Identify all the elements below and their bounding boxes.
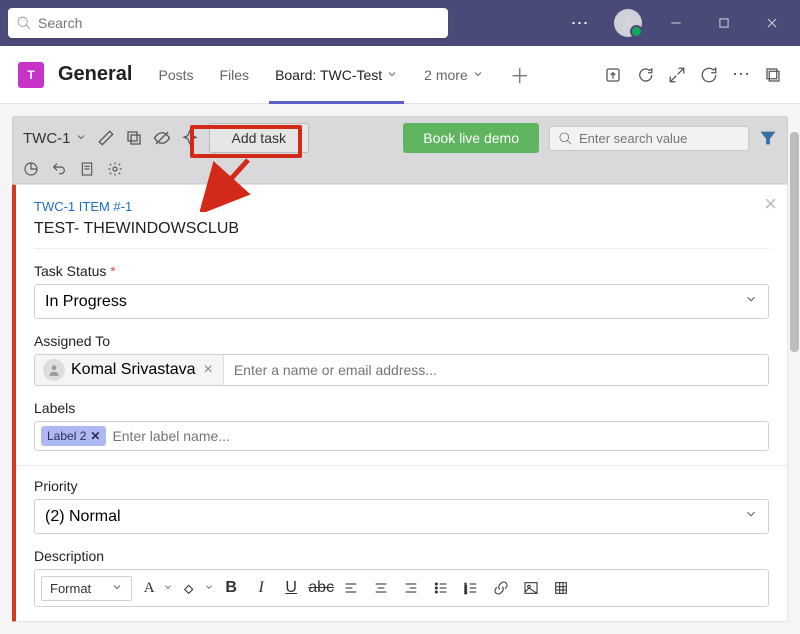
format-select[interactable]: Format <box>41 576 132 601</box>
labels-field[interactable]: Label 2 ✕ <box>34 421 769 451</box>
export-icon[interactable] <box>79 161 95 177</box>
labels-label: Labels <box>34 400 769 416</box>
align-left-button[interactable] <box>338 575 364 601</box>
format-label: Format <box>50 581 91 596</box>
add-tab-button[interactable]: ＋ <box>504 46 536 104</box>
channel-header: T General Posts Files Board: TWC-Test 2 … <box>0 46 800 104</box>
settings-icon[interactable] <box>107 161 123 177</box>
task-item-id[interactable]: TWC-1 ITEM #-1 <box>34 199 769 214</box>
board-name-label: TWC-1 <box>23 130 71 147</box>
more-menu-button[interactable]: ⋯ <box>560 7 600 39</box>
board-search-input[interactable] <box>579 131 729 146</box>
remove-label-button[interactable]: ✕ <box>90 429 100 443</box>
close-panel-button[interactable]: × <box>764 193 777 215</box>
table-button[interactable] <box>548 575 574 601</box>
chevron-down-icon <box>744 292 758 311</box>
task-detail-panel: × TWC-1 ITEM #-1 TEST- THEWINDOWSCLUB Ta… <box>12 184 788 622</box>
strike-button[interactable]: abc <box>308 575 334 601</box>
assigned-label: Assigned To <box>34 333 769 349</box>
avatar[interactable] <box>608 7 648 39</box>
divider <box>16 465 787 466</box>
align-right-button[interactable] <box>398 575 424 601</box>
svg-text:3: 3 <box>465 590 468 595</box>
assigned-input[interactable] <box>234 362 758 378</box>
scrollbar[interactable] <box>790 126 799 602</box>
more-icon[interactable]: ⋯ <box>732 66 750 84</box>
bold-button[interactable]: B <box>218 575 244 601</box>
person-avatar-icon <box>43 359 65 381</box>
board-area: TWC-1 Add task Book live demo <box>0 104 800 634</box>
search-icon <box>16 15 32 31</box>
visibility-icon[interactable] <box>153 129 171 147</box>
tab-posts[interactable]: Posts <box>152 46 199 104</box>
tab-board[interactable]: Board: TWC-Test <box>269 46 404 104</box>
assigned-chip: Komal Srivastava × <box>35 355 224 385</box>
priority-select[interactable]: (2) Normal <box>34 499 769 534</box>
expand-icon[interactable] <box>668 66 686 84</box>
popout-icon[interactable] <box>764 66 782 84</box>
assigned-name: Komal Srivastava <box>71 361 196 379</box>
italic-button[interactable]: I <box>248 575 274 601</box>
tab-more[interactable]: 2 more <box>418 46 490 104</box>
underline-button[interactable]: U <box>278 575 304 601</box>
assigned-field[interactable]: Komal Srivastava × <box>34 354 769 386</box>
labels-input[interactable] <box>112 428 762 444</box>
board-toolbar: TWC-1 Add task Book live demo <box>12 116 788 184</box>
channel-name: General <box>58 63 132 86</box>
undo-icon[interactable] <box>51 161 67 177</box>
board-name-dropdown[interactable]: TWC-1 <box>23 130 87 147</box>
refresh-icon[interactable] <box>700 66 718 84</box>
share-icon[interactable] <box>604 66 622 84</box>
add-task-button[interactable]: Add task <box>209 123 309 153</box>
status-value: In Progress <box>45 293 127 311</box>
priority-label: Priority <box>34 478 769 494</box>
label-chip: Label 2 ✕ <box>41 426 106 446</box>
number-list-button[interactable]: 123 <box>458 575 484 601</box>
tab-files[interactable]: Files <box>214 46 256 104</box>
bullet-list-button[interactable] <box>428 575 454 601</box>
highlight-button[interactable] <box>177 575 214 601</box>
chevron-down-icon <box>75 130 87 147</box>
search-icon <box>558 131 573 146</box>
filter-icon[interactable] <box>759 129 777 147</box>
close-window-button[interactable] <box>752 7 792 39</box>
description-label: Description <box>34 548 769 564</box>
font-color-button[interactable]: A <box>136 575 173 601</box>
status-select[interactable]: In Progress <box>34 284 769 319</box>
status-label: Task Status * <box>34 263 769 279</box>
chevron-down-icon <box>744 507 758 526</box>
board-search[interactable] <box>549 126 749 151</box>
label-chip-text: Label 2 <box>47 429 86 443</box>
chart-icon[interactable] <box>23 161 39 177</box>
book-demo-button[interactable]: Book live demo <box>403 123 539 153</box>
image-button[interactable] <box>518 575 544 601</box>
copy-icon[interactable] <box>125 129 143 147</box>
tab-more-label: 2 more <box>424 67 468 83</box>
global-search[interactable] <box>8 8 448 38</box>
chevron-down-icon <box>204 579 214 597</box>
align-center-button[interactable] <box>368 575 394 601</box>
chevron-down-icon <box>386 67 398 83</box>
editor-toolbar: Format A B I U abc 123 <box>34 569 769 607</box>
maximize-button[interactable] <box>704 7 744 39</box>
global-search-input[interactable] <box>38 15 440 31</box>
chevron-down-icon <box>111 581 123 596</box>
minimize-button[interactable] <box>656 7 696 39</box>
app-titlebar: ⋯ <box>0 0 800 46</box>
chevron-down-icon <box>163 579 173 597</box>
chat-icon[interactable] <box>636 66 654 84</box>
task-title[interactable]: TEST- THEWINDOWSCLUB <box>34 220 769 249</box>
pin-icon[interactable] <box>181 129 199 147</box>
tab-board-label: Board: TWC-Test <box>275 67 382 83</box>
chevron-down-icon <box>472 67 484 83</box>
link-button[interactable] <box>488 575 514 601</box>
priority-value: (2) Normal <box>45 508 121 526</box>
edit-icon[interactable] <box>97 129 115 147</box>
team-icon: T <box>18 62 44 88</box>
remove-assignee-button[interactable]: × <box>202 361 215 379</box>
